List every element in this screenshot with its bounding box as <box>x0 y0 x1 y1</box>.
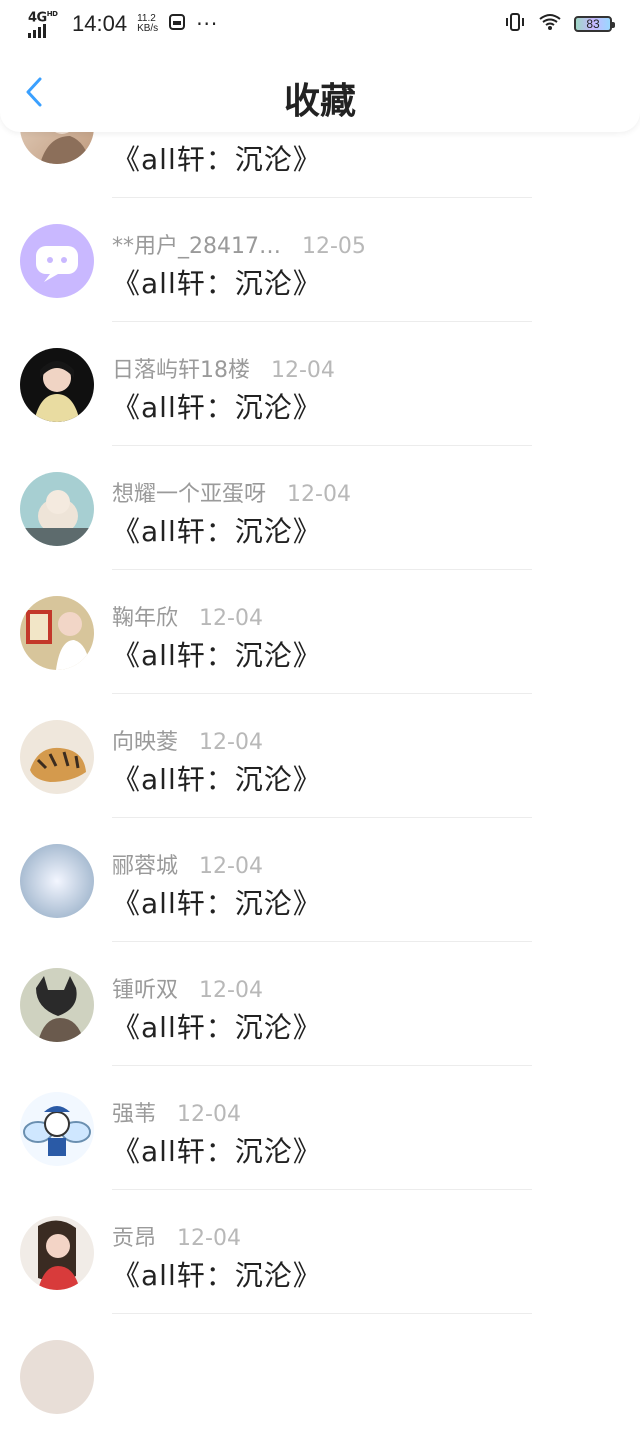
avatar <box>20 472 94 546</box>
status-bar: 4GHD 14:04 11.2 KB/s ··· 83 <box>0 0 640 50</box>
item-meta: 锺听双 12-04 <box>112 972 263 1004</box>
list-item[interactable]: 鞠年欣 12-04 《all轩：沉沦》 <box>0 570 640 694</box>
item-time: 12-04 <box>271 358 335 383</box>
status-time: 14:04 <box>72 11 128 36</box>
item-meta: 郦蓉城 12-04 <box>112 848 263 880</box>
item-work-title: 《all轩：沉沦》 <box>112 515 322 548</box>
item-time: 12-05 <box>302 234 366 259</box>
battery-icon: 83 <box>574 16 615 32</box>
list-item[interactable] <box>0 1314 640 1438</box>
avatar <box>20 1340 94 1414</box>
vibrate-icon <box>504 12 526 36</box>
status-more: ··· <box>196 12 219 36</box>
header: 收藏 <box>0 50 640 132</box>
item-time: 12-04 <box>287 482 351 507</box>
item-user: 锺听双 <box>112 978 179 1003</box>
item-work-title: 《all轩：沉沦》 <box>112 143 322 176</box>
item-meta: 鞠年欣 12-04 <box>112 600 263 632</box>
avatar <box>20 224 94 298</box>
item-work-title: 《all轩：沉沦》 <box>112 1135 322 1168</box>
item-user: **用户_28417… <box>112 234 281 259</box>
avatar <box>20 844 94 918</box>
item-meta: 强苇 12-04 <box>112 1096 241 1128</box>
avatar <box>20 596 94 670</box>
item-user: 贡昂 <box>112 1226 157 1251</box>
item-work-title: 《all轩：沉沦》 <box>112 391 322 424</box>
list-item[interactable]: 强苇 12-04 《all轩：沉沦》 <box>0 1066 640 1190</box>
page-title: 收藏 <box>283 81 356 122</box>
item-time: 12-04 <box>199 978 263 1003</box>
item-user: 日落屿轩18楼 <box>112 358 250 383</box>
item-work-title: 《all轩：沉沦》 <box>112 1259 322 1292</box>
item-time: 12-04 <box>199 606 263 631</box>
avatar <box>20 968 94 1042</box>
item-meta: 向映菱 12-04 <box>112 724 263 756</box>
list-item[interactable]: **用户_28417… 12-05 《all轩：沉沦》 <box>0 198 640 322</box>
list-item[interactable]: 锺听双 12-04 《all轩：沉沦》 <box>0 942 640 1066</box>
avatar <box>20 348 94 422</box>
status-left: 4GHD 14:04 11.2 KB/s ··· <box>28 10 218 38</box>
wifi-icon <box>538 12 562 36</box>
avatar <box>20 1216 94 1290</box>
item-user: 郦蓉城 <box>112 854 179 879</box>
item-meta: 日落屿轩18楼 12-04 <box>112 352 335 384</box>
avatar <box>20 1092 94 1166</box>
item-time: 12-04 <box>199 730 263 755</box>
item-user: 强苇 <box>112 1102 157 1127</box>
list-item[interactable]: 郦蓉城 12-04 《all轩：沉沦》 <box>0 818 640 942</box>
sim-card-icon <box>168 13 186 36</box>
list-item[interactable]: 想耀一个亚蛋呀 12-04 《all轩：沉沦》 <box>0 446 640 570</box>
item-work-title: 《all轩：沉沦》 <box>112 639 322 672</box>
item-meta: **用户_28417… 12-05 <box>112 228 366 260</box>
item-time: 12-04 <box>177 1226 241 1251</box>
item-time: 12-04 <box>199 854 263 879</box>
status-right: 83 <box>504 12 615 36</box>
item-user: 鞠年欣 <box>112 606 179 631</box>
item-meta: 贡昂 12-04 <box>112 1220 241 1252</box>
item-user: 想耀一个亚蛋呀 <box>112 482 267 507</box>
list-item[interactable]: 向映菱 12-04 《all轩：沉沦》 <box>0 694 640 818</box>
network-speed: 11.2 KB/s <box>137 13 159 34</box>
item-work-title: 《all轩：沉沦》 <box>112 887 322 920</box>
item-time: 12-04 <box>177 1102 241 1127</box>
avatar <box>20 720 94 794</box>
list-item[interactable]: 贡昂 12-04 《all轩：沉沦》 <box>0 1190 640 1314</box>
list-item[interactable]: 日落屿轩18楼 12-04 《all轩：沉沦》 <box>0 322 640 446</box>
item-meta: 想耀一个亚蛋呀 12-04 <box>112 476 351 508</box>
item-work-title: 《all轩：沉沦》 <box>112 763 322 796</box>
item-meta <box>112 1344 126 1369</box>
item-work-title: 《all轩：沉沦》 <box>112 267 322 300</box>
item-work-title: 《all轩：沉沦》 <box>112 1011 322 1044</box>
signal-bars-icon <box>28 24 46 38</box>
item-user: 向映菱 <box>112 730 179 755</box>
network-indicator: 4GHD <box>28 10 62 38</box>
